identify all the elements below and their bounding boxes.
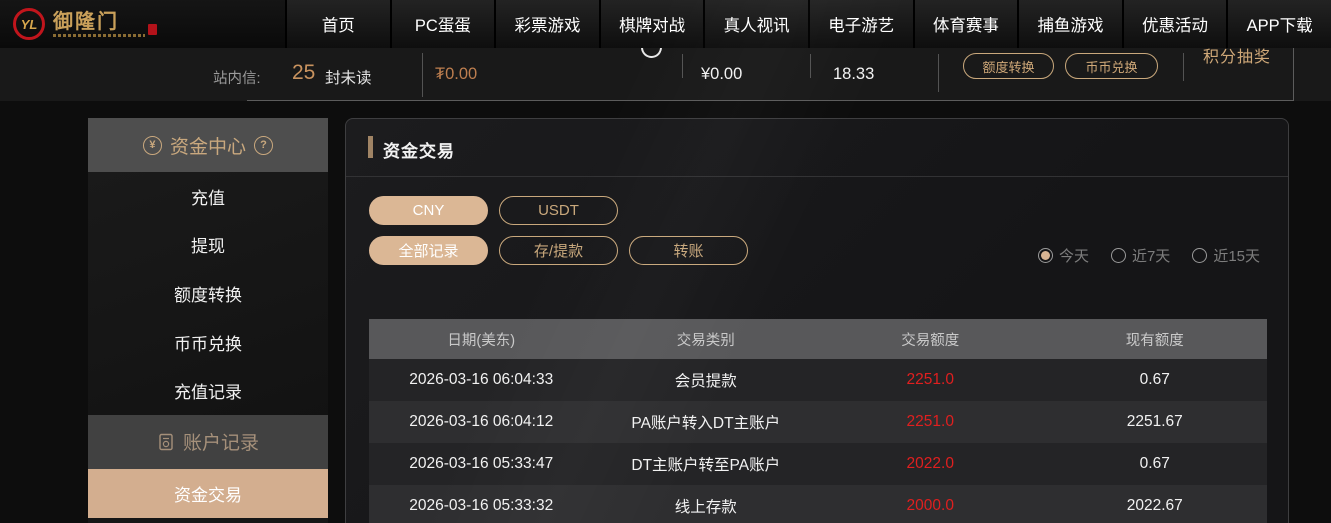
nav-item-4[interactable]: 棋牌对战 xyxy=(598,0,704,48)
row-3-cell-2: DT主账户转至PA账户 xyxy=(631,457,781,474)
row-3-cell-3: 2022.0 xyxy=(906,455,954,472)
date-range-radio-3[interactable]: 近15天 xyxy=(1192,245,1260,266)
radio-label: 近7天 xyxy=(1131,248,1171,265)
yuan-exchange-icon: ¥ xyxy=(142,135,162,155)
row-2-cell-2: PA账户转入DT主账户 xyxy=(631,415,781,432)
brand-emblem-icon: YL xyxy=(13,8,45,40)
strip-bottom-border xyxy=(247,100,1293,101)
inbox-label: 站内信: xyxy=(213,71,261,87)
coin-exchange-button[interactable]: 币币兑换 xyxy=(1065,53,1158,79)
row-3-cell-1: 2026-03-16 05:33:47 xyxy=(409,455,554,472)
title-accent-bar xyxy=(368,136,373,158)
nav-item-1[interactable]: 首页 xyxy=(285,0,390,48)
transactions-table: 日期(美东) 交易类别 交易额度 现有额度 2026-03-16 06:04:33 会员… xyxy=(369,319,1267,523)
record-tab-1[interactable]: 全部记录 xyxy=(369,236,488,265)
divider xyxy=(682,54,683,78)
nav-item-8[interactable]: 捕鱼游戏 xyxy=(1017,0,1122,48)
table-header-row: 日期(美东) 交易类别 交易额度 现有额度 xyxy=(369,319,1267,359)
row-4-cell-1: 2026-03-16 05:33:32 xyxy=(409,497,554,514)
top-navigation: YL 御隆门 首页 PC蛋蛋 彩票游戏 棋牌对战 真人视讯 电子游艺 体育赛事 捕鱼游戏 优惠活… xyxy=(0,0,1331,48)
row-1-cell-3: 2251.0 xyxy=(906,371,954,388)
sidebar-header-account-records[interactable]: 账户记录 xyxy=(88,414,328,469)
sidebar-item-account-1[interactable]: 资金交易 xyxy=(88,468,328,518)
radio-dot xyxy=(1040,251,1050,260)
divider xyxy=(810,54,811,78)
row-2-cell-1: 2026-03-16 06:04:12 xyxy=(409,413,554,430)
help-icon[interactable]: ? xyxy=(254,135,273,155)
record-tab-2[interactable]: 存/提款 xyxy=(499,236,618,265)
divider xyxy=(1183,53,1184,81)
page-title: 资金交易 xyxy=(383,142,455,161)
nav-item-6[interactable]: 电子游艺 xyxy=(807,0,913,48)
inbox-unread-count[interactable]: 25 xyxy=(292,61,315,85)
currency-tab-usdt[interactable]: USDT xyxy=(499,196,618,225)
sidebar-item-funds-2[interactable]: 提现 xyxy=(88,221,328,270)
radio-circle-icon xyxy=(1037,248,1053,263)
date-range-radio-1[interactable]: 今天 xyxy=(1037,245,1089,266)
cny-balance: ¥0.00 xyxy=(701,65,743,83)
row-1-cell-2: 会员提款 xyxy=(674,373,737,390)
sidebar-header-funds-center[interactable]: ¥ 资金中心 ? xyxy=(88,118,328,172)
row-3-cell-4: 0.67 xyxy=(1139,455,1170,472)
table-row[interactable]: 2026-03-16 06:04:12 PA账户转入DT主账户 2251.0 2251… xyxy=(369,401,1267,443)
nav-item-10[interactable]: APP下载 xyxy=(1226,0,1331,48)
sidebar-next-item-stub xyxy=(88,517,328,523)
radio-circle-icon xyxy=(1192,248,1208,263)
table-body: 2026-03-16 06:04:33 会员提款 2251.0 0.67 2026-03… xyxy=(369,359,1267,523)
date-range-radio-2[interactable]: 近7天 xyxy=(1110,245,1171,266)
funds-header-label: 资金中心 xyxy=(169,136,246,158)
radio-label: 今天 xyxy=(1058,248,1089,265)
row-4-cell-2: 线上存款 xyxy=(674,499,737,516)
row-2-cell-4: 2251.67 xyxy=(1126,413,1183,430)
nav-menu: 首页 PC蛋蛋 彩票游戏 棋牌对战 真人视讯 电子游艺 体育赛事 捕鱼游戏 优惠活动 APP下载 xyxy=(285,0,1331,48)
brand-logo[interactable]: YL 御隆门 xyxy=(0,0,285,48)
brand-tagline xyxy=(53,33,145,37)
radio-label: 近15天 xyxy=(1213,248,1260,265)
divider xyxy=(938,54,939,92)
inbox-unread-label: 封未读 xyxy=(325,70,372,87)
header-cell-4: 现有额度 xyxy=(1125,332,1184,349)
nav-item-2[interactable]: PC蛋蛋 xyxy=(389,0,495,48)
row-2-cell-3: 2251.0 xyxy=(906,413,954,430)
header-cell-2: 交易类别 xyxy=(676,332,735,349)
header-cell-3: 交易额度 xyxy=(901,332,960,349)
user-balance-strip: 站内信: 25 封未读 ₮0.00 ¥0.00 18.33 额度转换 币币兑换 … xyxy=(0,34,1331,101)
row-4-cell-4: 2022.67 xyxy=(1126,497,1183,514)
nav-item-5[interactable]: 真人视讯 xyxy=(703,0,808,48)
table-row[interactable]: 2026-03-16 05:33:47 DT主账户转至PA账户 2022.0 0.67 xyxy=(369,443,1267,485)
table-row[interactable]: 2026-03-16 05:33:32 线上存款 2000.0 2022.67 xyxy=(369,485,1267,523)
sidebar-item-funds-5[interactable]: 充值记录 xyxy=(88,366,328,415)
usdt-balance: ₮0.00 xyxy=(435,65,478,83)
account-header-label: 账户记录 xyxy=(182,433,259,455)
date-range-radios: 今天 近7天 近15天 xyxy=(1037,245,1260,266)
nav-item-3[interactable]: 彩票游戏 xyxy=(494,0,599,48)
row-1-cell-4: 0.67 xyxy=(1139,371,1170,388)
sidebar-item-funds-1[interactable]: 充值 xyxy=(88,172,328,221)
ledger-icon xyxy=(159,433,173,451)
nav-item-7[interactable]: 体育赛事 xyxy=(912,0,1018,48)
divider xyxy=(422,53,423,97)
strip-right-border xyxy=(1293,48,1294,101)
funds-menu: 充值 提现 额度转换 币币兑换 充值记录 xyxy=(88,172,328,415)
table-row[interactable]: 2026-03-16 06:04:33 会员提款 2251.0 0.67 xyxy=(369,359,1267,401)
row-1-cell-1: 2026-03-16 06:04:33 xyxy=(409,371,554,388)
funds-transactions-panel: 资金交易 CNY USDT 全部记录 存/提款 转账 今天 近7天 近15天 日期(美东)… xyxy=(345,118,1289,523)
points-balance: 18.33 xyxy=(833,65,875,83)
sidebar: ¥ 资金中心 ? 充值 提现 额度转换 币币兑换 充值记录 账户记录 资金交易 xyxy=(88,118,328,523)
nav-item-9[interactable]: 优惠活动 xyxy=(1121,0,1227,48)
quota-transfer-button[interactable]: 额度转换 xyxy=(963,53,1054,79)
record-tab-3[interactable]: 转账 xyxy=(629,236,748,265)
brand-name: 御隆门 xyxy=(53,10,119,33)
account-menu: 资金交易 xyxy=(88,468,328,518)
brand-seal-icon xyxy=(148,23,157,35)
sidebar-item-funds-4[interactable]: 币币兑换 xyxy=(88,318,328,367)
radio-circle-icon xyxy=(1110,248,1126,263)
currency-tab-cny[interactable]: CNY xyxy=(369,196,488,225)
row-4-cell-3: 2000.0 xyxy=(906,497,954,514)
header-cell-1: 日期(美东) xyxy=(447,332,516,349)
sidebar-item-funds-3[interactable]: 额度转换 xyxy=(88,269,328,318)
